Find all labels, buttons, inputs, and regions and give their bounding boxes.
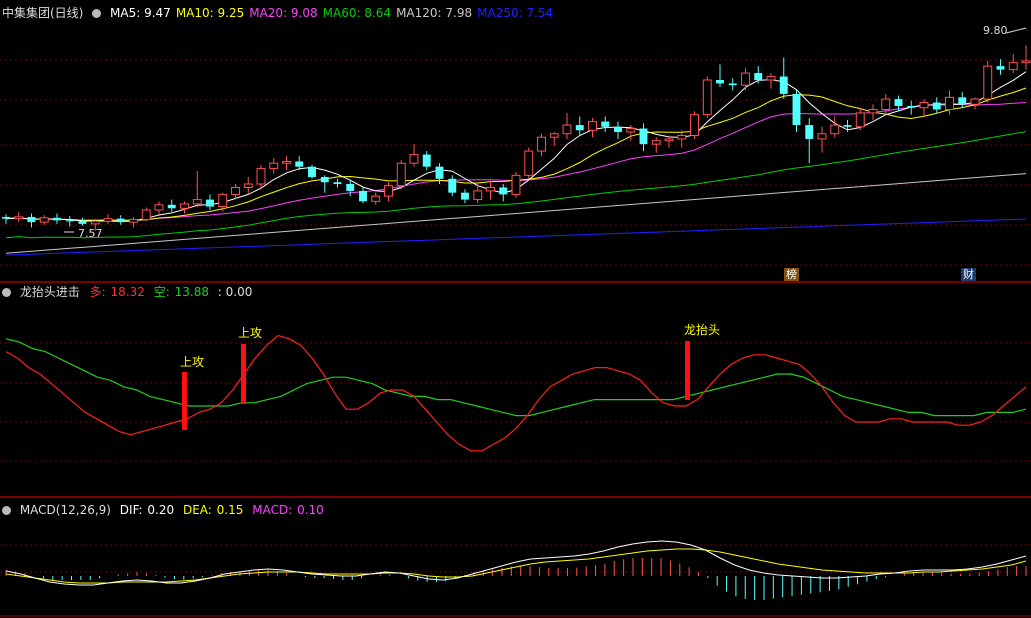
signal-bar xyxy=(685,341,690,400)
candle-body xyxy=(843,125,852,127)
candle-body xyxy=(549,133,559,138)
candle-body xyxy=(269,162,279,169)
candle-body xyxy=(2,216,10,219)
candle-body xyxy=(461,192,469,200)
candle-body xyxy=(741,72,750,86)
bull-line xyxy=(5,334,1027,452)
candle-body xyxy=(499,187,508,195)
candle-body xyxy=(562,124,572,135)
candle-body xyxy=(945,96,954,110)
candle-body xyxy=(486,186,495,192)
candle-body xyxy=(996,66,1005,70)
candle-body xyxy=(90,220,100,225)
candle-body xyxy=(384,185,393,197)
candle-body xyxy=(664,138,674,142)
candle-body xyxy=(805,125,814,139)
ma5-line xyxy=(5,71,1027,222)
candle-body xyxy=(333,182,342,184)
candle-body xyxy=(154,204,164,211)
candle-body xyxy=(830,124,840,135)
candle-body xyxy=(167,204,176,209)
candle-body xyxy=(855,112,865,128)
candle-body xyxy=(792,93,801,126)
candle-body xyxy=(651,140,661,145)
candle-body xyxy=(537,136,546,152)
candle-body xyxy=(359,190,367,202)
candle-body xyxy=(65,220,74,222)
candle-body xyxy=(320,177,329,183)
candle-body xyxy=(243,183,253,188)
candle-body xyxy=(677,134,687,140)
candle-body xyxy=(409,154,419,164)
candle-body xyxy=(614,126,622,132)
candle-body xyxy=(958,97,967,105)
candle-body xyxy=(371,195,381,202)
event-badge-finance[interactable]: 财 xyxy=(961,268,976,281)
candle-body xyxy=(907,106,916,108)
candle-body xyxy=(103,218,113,222)
candle-body xyxy=(779,76,788,94)
candle-body xyxy=(282,160,291,164)
candle-body xyxy=(932,102,941,110)
candle-body xyxy=(511,174,521,195)
candle-body xyxy=(754,73,763,80)
candle-body xyxy=(14,216,24,220)
candle-body xyxy=(116,218,125,223)
candle-body xyxy=(473,190,483,201)
candle-body xyxy=(346,184,355,191)
candle-body xyxy=(308,166,316,178)
dif-line xyxy=(5,540,1027,586)
signal-label: 龙抬头 xyxy=(684,323,720,337)
candle-body xyxy=(524,150,534,176)
ma250-line xyxy=(5,218,1027,256)
candle-body xyxy=(295,161,304,167)
high-price-label: 9.80 xyxy=(983,24,1008,37)
candle-body xyxy=(180,203,189,209)
signal-label: 上攻 xyxy=(238,326,262,340)
candle-body xyxy=(601,121,610,127)
candle-body xyxy=(919,102,929,109)
candle-body xyxy=(141,209,151,221)
bear-line xyxy=(5,338,1027,417)
low-price-label: 7.57 xyxy=(78,227,103,240)
candle-body xyxy=(868,108,878,114)
candle-body xyxy=(817,133,827,140)
candle-body xyxy=(766,76,776,81)
candle-body xyxy=(78,221,87,224)
candle-body xyxy=(448,178,457,193)
candle-body xyxy=(435,166,444,179)
candle-body xyxy=(716,80,724,84)
candle-body xyxy=(1008,62,1018,71)
event-badge-list[interactable]: 榜 xyxy=(784,268,799,281)
candle-body xyxy=(728,83,737,86)
candle-body xyxy=(27,216,36,223)
candle-body xyxy=(129,219,138,223)
candle-body xyxy=(639,128,648,145)
candle-body xyxy=(39,217,49,223)
dea-line xyxy=(5,548,1027,584)
candle-body xyxy=(575,125,584,131)
candle-body xyxy=(422,154,431,167)
candle-body xyxy=(231,186,240,195)
candle-body xyxy=(1021,60,1031,64)
candle-body xyxy=(218,193,228,208)
stock-chart[interactable]: 上攻上攻 龙抬头 xyxy=(0,0,1031,618)
candle-body xyxy=(256,167,266,185)
candle-body xyxy=(690,114,699,136)
candle-body xyxy=(983,65,993,100)
candle-body xyxy=(702,79,712,116)
candle-body xyxy=(881,98,891,110)
candle-body xyxy=(396,162,406,187)
signal-bar xyxy=(241,344,246,404)
candle-body xyxy=(626,128,636,133)
candle-body xyxy=(206,199,214,207)
candle-body xyxy=(53,217,61,221)
signal-label: 上攻 xyxy=(180,355,204,369)
candle-body xyxy=(894,99,903,106)
signal-bar xyxy=(182,372,187,430)
candle-body xyxy=(970,98,980,105)
candle-body xyxy=(192,199,202,205)
candle-body xyxy=(588,121,597,131)
